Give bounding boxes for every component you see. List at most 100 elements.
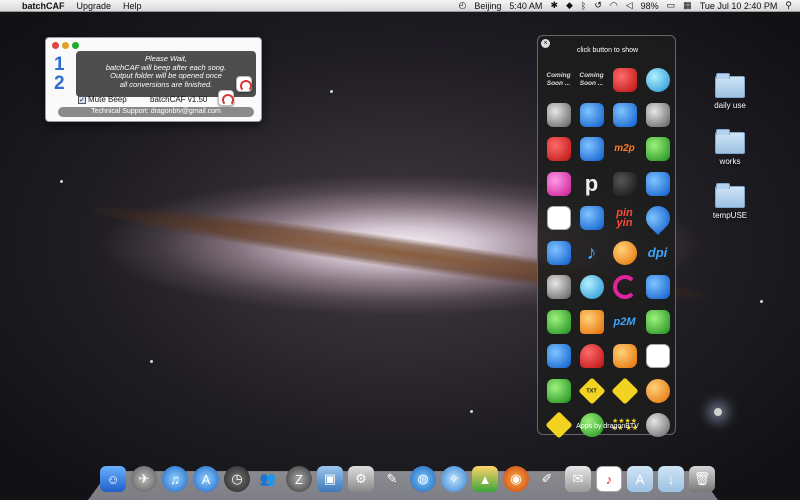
orange-stack-icon[interactable] <box>579 309 604 334</box>
app-menu[interactable]: batchCAF <box>22 1 65 11</box>
app-button[interactable] <box>641 270 674 305</box>
app-button[interactable]: p <box>575 167 608 202</box>
batchcaf-dock-icon[interactable]: ♪ <box>596 466 622 492</box>
eye-icon[interactable] <box>645 378 670 403</box>
script-editor-icon[interactable]: ✉ <box>565 466 591 492</box>
globe-icon[interactable]: ◍ <box>410 466 436 492</box>
menu-help[interactable]: Help <box>123 1 142 11</box>
app-store-icon[interactable]: A <box>193 466 219 492</box>
ring-icon[interactable] <box>612 275 637 300</box>
frog-icon[interactable] <box>645 137 670 162</box>
checkmark-icon[interactable] <box>546 275 571 300</box>
app-button[interactable]: m2p <box>608 132 641 167</box>
microphone-sign-icon[interactable] <box>610 377 639 405</box>
app-button[interactable] <box>542 167 575 202</box>
firefox-icon[interactable]: ◉ <box>503 466 529 492</box>
app-button[interactable] <box>641 305 674 340</box>
folder-daily-use[interactable]: daily use <box>700 73 760 110</box>
trash-icon[interactable]: 🗑 <box>689 466 715 492</box>
green-arrows-icon[interactable] <box>546 309 571 334</box>
volume-icon[interactable]: ◁ <box>626 0 633 11</box>
sync-arrows-icon[interactable] <box>546 240 571 265</box>
app-button[interactable] <box>575 339 608 374</box>
technical-support-link[interactable]: Technical Support: dragonbtv@gmail.com <box>58 107 254 117</box>
pattern-icon[interactable] <box>546 171 571 196</box>
app-button[interactable]: p2M <box>608 305 641 340</box>
app-button[interactable] <box>641 374 674 409</box>
app-button[interactable] <box>575 98 608 133</box>
downloads-folder-icon[interactable]: ↓ <box>658 466 684 492</box>
app-button[interactable]: ♪ <box>575 236 608 271</box>
app-button[interactable] <box>608 167 641 202</box>
film-reel-icon[interactable] <box>546 137 571 162</box>
dpi-icon[interactable]: dpi <box>648 246 668 259</box>
app-button[interactable] <box>575 270 608 305</box>
wifi-icon[interactable]: ◠ <box>610 0 618 11</box>
bluetooth-icon[interactable]: ᛒ <box>581 1 586 11</box>
close-button[interactable] <box>52 42 59 49</box>
world-clock-icon[interactable]: ◴ <box>459 0 467 11</box>
app-button[interactable] <box>640 201 675 236</box>
usa-map-icon[interactable] <box>579 102 604 127</box>
sale-tag-icon[interactable] <box>612 68 637 93</box>
app-button[interactable] <box>608 374 641 409</box>
m2p-icon[interactable]: m2p <box>614 144 635 154</box>
app-button[interactable] <box>542 339 575 374</box>
app-button[interactable] <box>641 63 674 98</box>
stacked-cards-icon[interactable] <box>546 378 571 403</box>
app-button[interactable] <box>542 98 575 133</box>
app-button[interactable] <box>575 132 608 167</box>
clapperboard-icon[interactable] <box>546 344 571 369</box>
app-button[interactable] <box>641 98 674 133</box>
zoom-button[interactable] <box>72 42 79 49</box>
app-button[interactable] <box>641 167 674 202</box>
app-button[interactable] <box>608 236 641 271</box>
app-button[interactable]: TXT <box>575 374 608 409</box>
folder-works[interactable]: works <box>700 129 760 166</box>
mute-beep-checkbox[interactable]: ✓ Mute Beep <box>78 95 127 104</box>
app-button[interactable] <box>575 305 608 340</box>
itunes-icon[interactable]: ♫ <box>162 466 188 492</box>
pinyin-icon[interactable]: pin yin <box>616 208 633 229</box>
world-clock-time[interactable]: 5:40 AM <box>509 1 542 11</box>
checkbox-checked-icon[interactable]: ✓ <box>78 95 86 104</box>
bird-icon[interactable] <box>546 102 571 127</box>
grapher-icon[interactable]: ▲ <box>472 466 498 492</box>
preview-icon[interactable]: ▣ <box>317 466 343 492</box>
app-button[interactable] <box>608 339 641 374</box>
app-store-box-icon[interactable] <box>546 206 571 231</box>
time-machine-icon[interactable]: ↺ <box>594 0 602 11</box>
app-button[interactable]: pin yin <box>608 201 641 236</box>
app-button[interactable] <box>608 270 641 305</box>
battery-icon[interactable]: ▭ <box>667 0 676 11</box>
p2m-icon[interactable]: p2M <box>614 316 636 327</box>
app-button[interactable]: dpi <box>641 236 674 271</box>
finder-icon[interactable]: ☺ <box>100 466 126 492</box>
dropbox-icon[interactable]: ◆ <box>566 0 573 11</box>
app-button[interactable] <box>542 305 575 340</box>
app-button[interactable] <box>542 201 575 236</box>
applications-folder-icon[interactable]: A <box>627 466 653 492</box>
usb-drive-icon[interactable] <box>579 206 604 231</box>
safari-icon[interactable]: ✧ <box>441 466 467 492</box>
orange-pill-icon[interactable] <box>612 344 637 369</box>
play-button-icon[interactable] <box>612 240 637 265</box>
battery-cell-icon[interactable] <box>579 275 604 300</box>
pencil-tool-icon[interactable]: ✎ <box>379 466 405 492</box>
app-button[interactable] <box>608 63 641 98</box>
folder-tempuse[interactable]: tempUSE <box>700 183 760 220</box>
music-note-icon[interactable]: ♪ <box>587 243 597 263</box>
z-app-icon[interactable]: Z <box>286 466 312 492</box>
clock[interactable]: Tue Jul 10 2:40 PM <box>700 1 778 11</box>
chain-link-icon[interactable] <box>645 309 670 334</box>
key-icon[interactable] <box>645 102 670 127</box>
app-button[interactable] <box>575 201 608 236</box>
gear-icon[interactable]: ✱ <box>550 0 558 11</box>
map-pin-icon[interactable] <box>640 201 675 236</box>
minimize-button[interactable] <box>62 42 69 49</box>
launchpad-icon[interactable]: ✈ <box>131 466 157 492</box>
batchcaf-app-icon[interactable] <box>645 344 670 369</box>
headphones-icon[interactable] <box>579 344 604 369</box>
txt-icon[interactable]: TXT <box>577 377 606 405</box>
app-button[interactable] <box>542 132 575 167</box>
